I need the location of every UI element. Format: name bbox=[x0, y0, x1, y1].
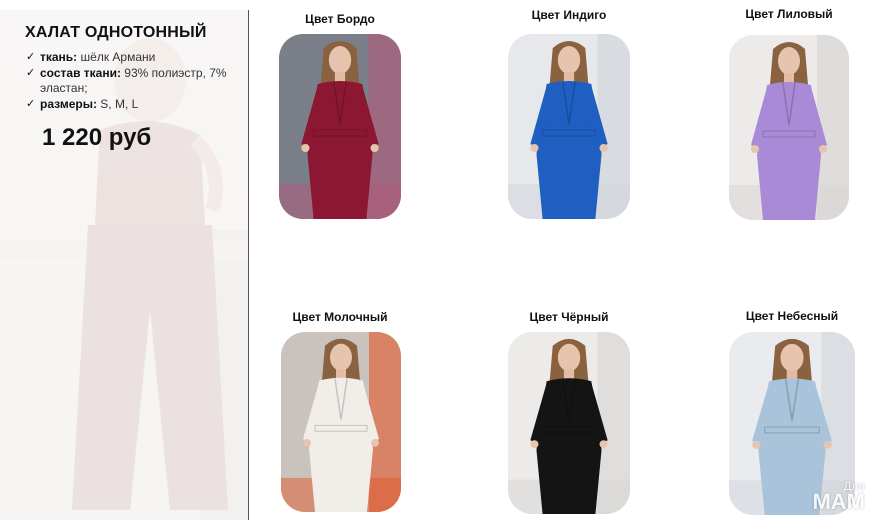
model-illustration bbox=[281, 332, 401, 512]
variant-photo[interactable] bbox=[281, 332, 401, 512]
model-illustration bbox=[729, 35, 849, 220]
variant-caption: Цвет Бордо bbox=[305, 12, 375, 26]
variant-caption: Цвет Лиловый bbox=[745, 7, 833, 21]
spec-fabric: ✓ ткань: шёлк Армани bbox=[26, 50, 241, 66]
variant-caption: Цвет Молочный bbox=[292, 310, 388, 324]
spec-composition: ✓ состав ткани: 93% полиэстр, 7% эластан… bbox=[26, 66, 241, 97]
variant-caption: Цвет Индиго bbox=[531, 8, 607, 22]
product-title: ХАЛАТ ОДНОТОННЫЙ bbox=[25, 24, 207, 41]
variant-photo[interactable] bbox=[508, 34, 630, 219]
product-price: 1 220 руб bbox=[42, 124, 152, 151]
variant-caption: Цвет Чёрный bbox=[529, 310, 609, 324]
check-icon: ✓ bbox=[26, 97, 36, 110]
variant-photo[interactable] bbox=[508, 332, 630, 514]
watermark-bottom: МАМ bbox=[812, 489, 865, 514]
model-illustration bbox=[508, 332, 630, 514]
spec-value: S, M, L bbox=[96, 96, 139, 111]
variant-photo[interactable] bbox=[729, 35, 849, 220]
variant-card-lilac[interactable]: Цвет Лиловый bbox=[729, 5, 849, 220]
variant-photo[interactable] bbox=[279, 34, 401, 219]
panel-divider bbox=[248, 10, 249, 520]
variant-card-bordo[interactable]: Цвет Бордо bbox=[279, 10, 401, 220]
product-specs: ✓ ткань: шёлк Армани ✓ состав ткани: 93%… bbox=[26, 50, 241, 112]
check-icon: ✓ bbox=[26, 66, 36, 79]
spec-label: ткань: bbox=[40, 50, 78, 64]
spec-sizes: ✓ размеры: S, M, L bbox=[26, 97, 241, 113]
model-illustration bbox=[508, 34, 630, 219]
check-icon: ✓ bbox=[26, 51, 36, 63]
spec-value: шёлк Армани bbox=[77, 50, 156, 64]
site-watermark: Для МАМ bbox=[812, 478, 865, 513]
variant-caption: Цвет Небесный bbox=[745, 309, 839, 323]
spec-label: состав ткани: bbox=[40, 65, 121, 80]
model-illustration bbox=[279, 34, 401, 219]
variant-card-black[interactable]: Цвет Чёрный bbox=[508, 308, 630, 515]
spec-label: размеры: bbox=[40, 96, 97, 111]
variant-card-indigo[interactable]: Цвет Индиго bbox=[508, 6, 630, 220]
variant-card-milky[interactable]: Цвет Молочный bbox=[279, 308, 401, 513]
